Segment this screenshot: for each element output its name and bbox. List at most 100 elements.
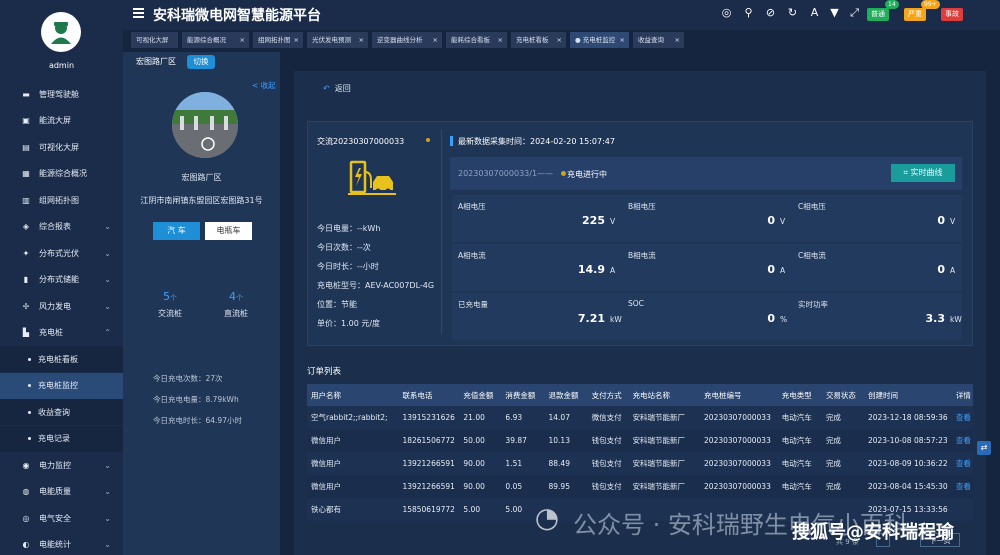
- sidebar: admin ▬ 管理驾驶舱 ▣ 能流大屏 ▤ 可视化大屏 ▦ 能源综合概况 ▥ 组网拓扑图 ◈ 综合报…: [0, 0, 123, 555]
- shirt-icon[interactable]: ▼: [828, 6, 841, 19]
- metric-label: B相电压: [628, 202, 656, 211]
- close-icon[interactable]: ×: [359, 32, 364, 48]
- tab-label: 收益查询: [638, 36, 664, 44]
- close-icon[interactable]: ×: [294, 32, 299, 48]
- tab-3[interactable]: 光伏发电预测 ×: [307, 32, 368, 48]
- gauge-icon[interactable]: ◎: [720, 6, 733, 19]
- close-icon[interactable]: ×: [433, 32, 438, 48]
- close-icon[interactable]: ×: [620, 32, 625, 48]
- car-tab[interactable]: 汽 车: [153, 222, 200, 240]
- realtime-curve-button[interactable]: ⌗ 实时曲线: [891, 164, 955, 182]
- table-cell: 微信用户: [307, 475, 399, 498]
- table-cell: 90.00: [459, 475, 502, 498]
- table-cell: 完成: [821, 429, 864, 452]
- search-icon[interactable]: ⚲: [742, 6, 755, 19]
- sidebar-subitem[interactable]: 充电桩监控: [0, 372, 123, 399]
- quality-icon: ◍: [22, 487, 30, 496]
- screen-icon: ▣: [22, 116, 30, 125]
- sidebar-item-stats[interactable]: ◐ 电能统计 ⌄: [0, 532, 123, 555]
- table-row: 空气rabbit2;;rabbit2; 13915231626 21.00 6.93 1…: [307, 406, 973, 429]
- metric-label: B相电流: [628, 251, 656, 260]
- alarm-count-serious: 99+: [921, 0, 940, 9]
- ebike-tab[interactable]: 电瓶车: [205, 222, 252, 240]
- table-row: 微信用户 18261506772 50.00 39.87 10.13 钱包支付 安科瑞节能新…: [307, 429, 973, 452]
- sidebar-item-topology[interactable]: ▥ 组网拓扑图: [0, 187, 123, 213]
- close-icon[interactable]: ×: [557, 32, 562, 48]
- alarm-badge-normal[interactable]: 普通: [867, 8, 889, 21]
- metric-unit: kW: [950, 315, 962, 324]
- bullet-icon: [28, 437, 31, 440]
- metric-value: 7.21: [577, 312, 605, 325]
- tab-6[interactable]: 充电桩看板 ×: [511, 32, 566, 48]
- metric-label: SOC: [628, 299, 644, 308]
- bullet-icon: [28, 357, 31, 361]
- sidebar-item-quality[interactable]: ◍ 电能质量 ⌄: [0, 479, 123, 505]
- table-cell: [951, 498, 973, 521]
- sidebar-item-wind[interactable]: ✢ 风力发电 ⌄: [0, 293, 123, 319]
- sidebar-item-solar[interactable]: ✦ 分布式光伏 ⌄: [0, 240, 123, 266]
- charger-info-today-times: 今日次数：--次: [317, 243, 371, 252]
- sidebar-item-label: 电能统计: [39, 540, 71, 549]
- tab-4[interactable]: 逆变器曲线分析 ×: [372, 32, 442, 48]
- view-detail-link[interactable]: 查看: [951, 452, 973, 475]
- metric-unit: %: [780, 315, 788, 324]
- collapse-link[interactable]: < 收起: [252, 80, 276, 91]
- mute-icon[interactable]: ⊘: [764, 6, 777, 19]
- topbar: 安科瑞微电网智慧能源平台 ◎ ⚲ ⊘ ↻ A ▼ ⤢ 普通 14 严重 99+ …: [123, 0, 1000, 30]
- sidebar-item-safety[interactable]: ◎ 电气安全 ⌄: [0, 505, 123, 531]
- app-title: 安科瑞微电网智慧能源平台: [153, 8, 321, 24]
- sidebar-item-label: 电气安全: [39, 513, 71, 523]
- sidebar-item-charger[interactable]: ▙ 充电桩 ⌃: [0, 320, 123, 346]
- tab-2[interactable]: 组网拓扑图 ×: [253, 32, 303, 48]
- close-icon[interactable]: ×: [498, 32, 503, 48]
- table-cell: 完成: [821, 452, 864, 475]
- tab-8[interactable]: 收益查询 ×: [633, 32, 684, 48]
- back-button[interactable]: ↶ 返回: [323, 83, 351, 94]
- tab-0[interactable]: 可视化大屏: [131, 32, 178, 48]
- settings-float-button[interactable]: ⇄: [977, 441, 991, 455]
- user-avatar[interactable]: [41, 12, 81, 52]
- close-icon[interactable]: ×: [675, 32, 680, 48]
- sidebar-item-chart[interactable]: ▤ 可视化大屏: [0, 134, 123, 160]
- sidebar-subitem[interactable]: 充电桩看板: [0, 346, 123, 372]
- refresh-icon[interactable]: ↻: [786, 6, 799, 19]
- column-header: 充电站名称: [628, 384, 701, 406]
- table-cell: 88.49: [544, 452, 588, 475]
- dc-count: 4个: [229, 290, 243, 303]
- metric-value: 0: [767, 312, 775, 325]
- column-header: 交易状态: [821, 384, 864, 406]
- wind-icon: ✢: [22, 301, 30, 311]
- view-detail-link[interactable]: 查看: [951, 429, 973, 452]
- switch-station-button[interactable]: 切换: [187, 55, 215, 69]
- metric-value: 14.9: [577, 263, 605, 276]
- dc-label: 直流桩: [224, 309, 248, 318]
- menu-icon[interactable]: [133, 8, 144, 18]
- alarm-badge-serious[interactable]: 严重: [904, 8, 926, 21]
- fullscreen-icon[interactable]: ⤢: [848, 6, 861, 19]
- table-cell: 空气rabbit2;;rabbit2;: [307, 406, 399, 429]
- table-row: 微信用户 13921266591 90.00 1.51 88.49 钱包支付 安科瑞节能新厂…: [307, 452, 973, 475]
- close-icon[interactable]: ×: [240, 32, 245, 48]
- table-cell: 13915231626: [398, 406, 460, 429]
- overview-icon: ▦: [22, 169, 30, 178]
- orders-title: 订单列表: [307, 367, 342, 377]
- alarm-badge-accident[interactable]: 事故: [941, 8, 963, 21]
- table-cell: 1.51: [501, 452, 545, 475]
- tab-5[interactable]: 能耗综合看板 ×: [446, 32, 507, 48]
- sidebar-item-report[interactable]: ◈ 综合报表 ⌄: [0, 214, 123, 240]
- sidebar-item-screen[interactable]: ▣ 能流大屏: [0, 108, 123, 134]
- sidebar-subitem[interactable]: 收益查询: [0, 399, 123, 425]
- sidebar-item-power[interactable]: ◉ 电力监控 ⌄: [0, 452, 123, 478]
- sidebar-item-storage[interactable]: ▮ 分布式储能 ⌄: [0, 267, 123, 293]
- tab-7[interactable]: ● 充电桩监控 ×: [570, 32, 629, 48]
- tab-1[interactable]: 能源综合概况 ×: [182, 32, 249, 48]
- sidebar-item-label: 能流大屏: [39, 116, 71, 125]
- sidebar-item-monitor[interactable]: ▬ 管理驾驶舱: [0, 81, 123, 107]
- font-icon[interactable]: A: [808, 6, 821, 19]
- view-detail-link[interactable]: 查看: [951, 406, 973, 429]
- sidebar-item-overview[interactable]: ▦ 能源综合概况: [0, 161, 123, 187]
- view-detail-link[interactable]: 查看: [951, 475, 973, 498]
- sidebar-subitem-label: 充电桩看板: [38, 354, 78, 364]
- sidebar-subitem[interactable]: 充电记录: [0, 425, 123, 452]
- charger-status-dot: [426, 138, 430, 142]
